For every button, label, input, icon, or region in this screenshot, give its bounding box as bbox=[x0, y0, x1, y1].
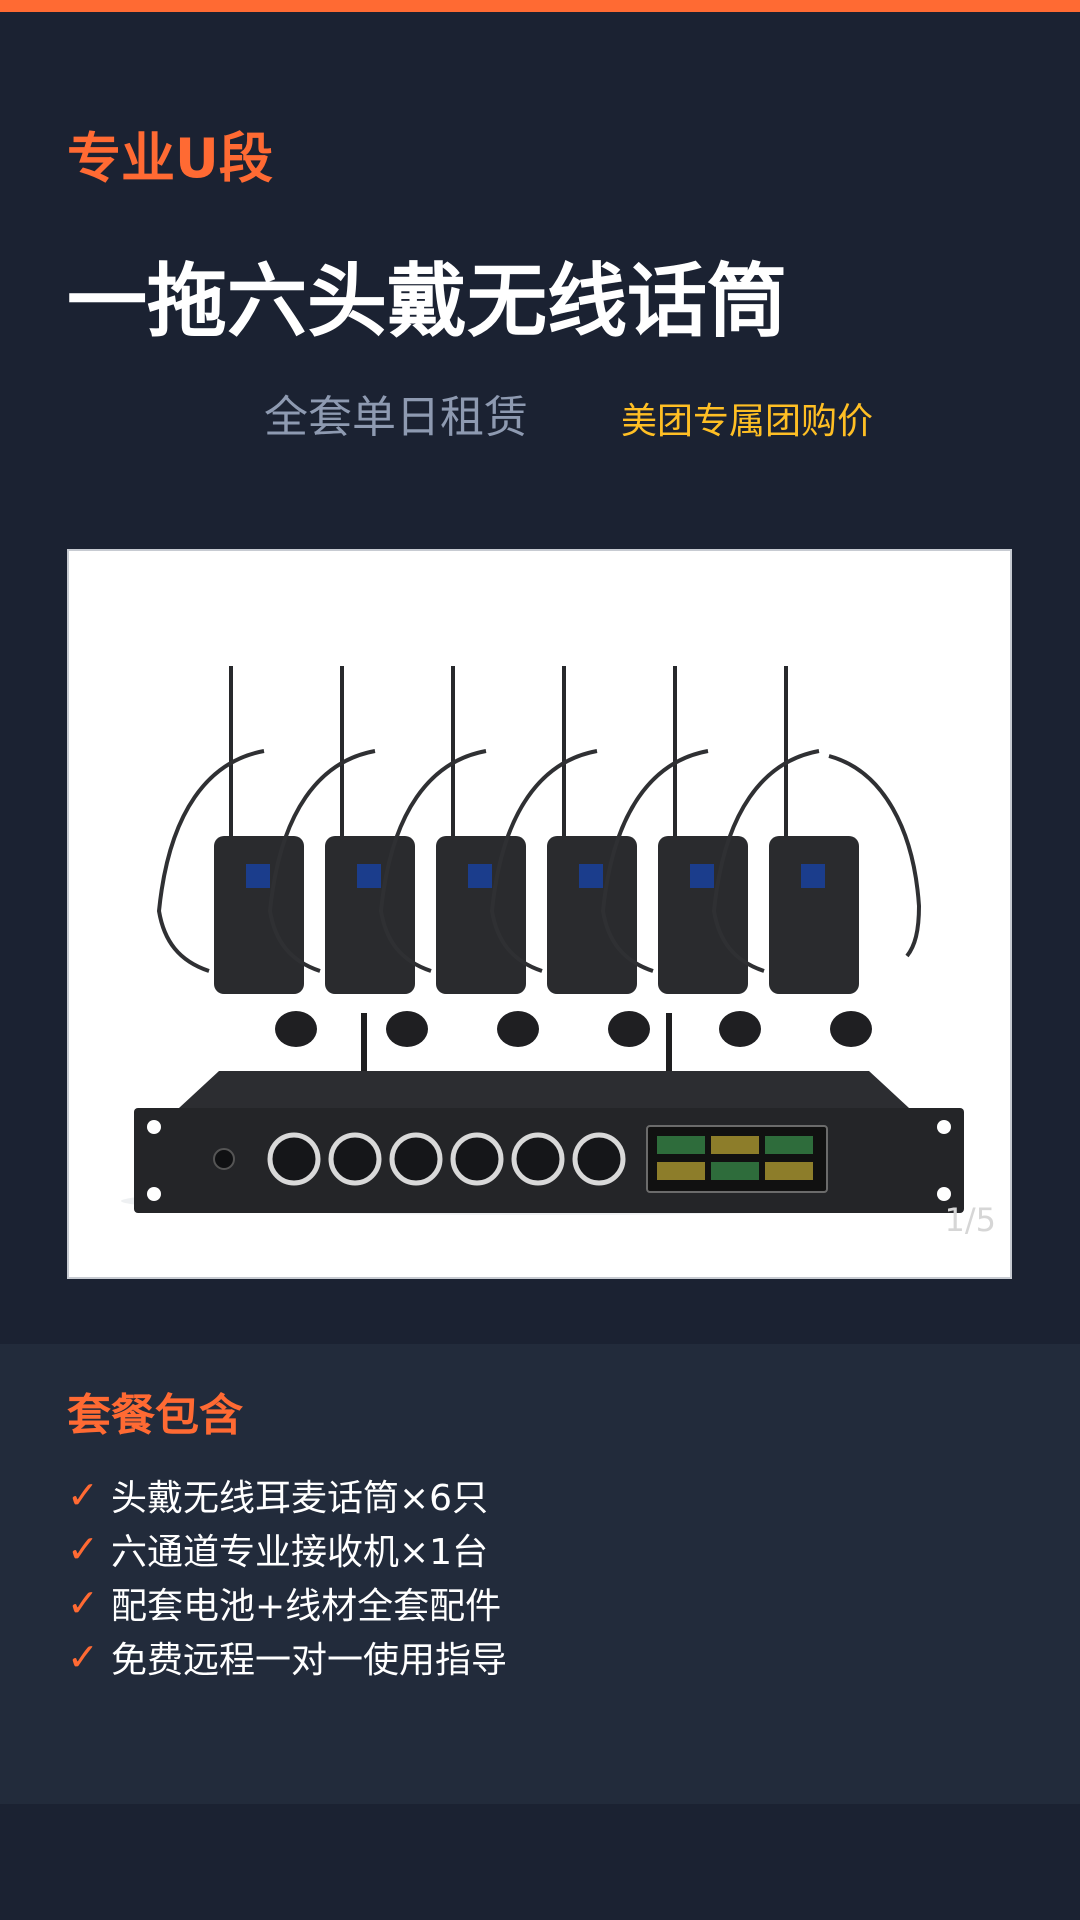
check-icon: ✓ bbox=[67, 1635, 99, 1679]
package-contents-section: 套餐包含 ✓ 头戴无线耳麦话筒×6只 ✓ 六通道专业接收机×1台 ✓ 配套电池+… bbox=[0, 1344, 1080, 1804]
package-item-label: 配套电池+线材全套配件 bbox=[111, 1586, 502, 1627]
tagline: 专业U段 bbox=[67, 127, 273, 190]
list-item: ✓ 六通道专业接收机×1台 bbox=[67, 1522, 507, 1576]
check-icon: ✓ bbox=[67, 1473, 99, 1517]
list-item: ✓ 头戴无线耳麦话筒×6只 bbox=[67, 1468, 507, 1522]
page-title: 一拖六头戴无线话筒 bbox=[67, 255, 787, 348]
subtitle: 全套单日租赁 bbox=[264, 392, 528, 443]
check-icon: ✓ bbox=[67, 1527, 99, 1571]
group-buy-badge: 美团专属团购价 bbox=[621, 401, 874, 442]
product-image[interactable]: 1/5 bbox=[67, 549, 1012, 1279]
list-item: ✓ 免费远程一对一使用指导 bbox=[67, 1630, 507, 1684]
top-accent-bar bbox=[0, 0, 1080, 12]
package-title: 套餐包含 bbox=[67, 1390, 243, 1441]
hero-section: 专业U段 一拖六头戴无线话筒 全套单日租赁 美团专属团购价 1/5 bbox=[0, 12, 1080, 1342]
image-page-indicator: 1/5 bbox=[944, 1201, 997, 1239]
bottom-background bbox=[0, 1804, 1080, 1920]
list-item: ✓ 配套电池+线材全套配件 bbox=[67, 1576, 507, 1630]
wireless-microphone-set-illustration bbox=[69, 551, 1010, 1277]
package-item-label: 头戴无线耳麦话筒×6只 bbox=[111, 1478, 489, 1519]
package-item-label: 免费远程一对一使用指导 bbox=[111, 1640, 508, 1681]
package-list: ✓ 头戴无线耳麦话筒×6只 ✓ 六通道专业接收机×1台 ✓ 配套电池+线材全套配… bbox=[67, 1468, 507, 1684]
check-icon: ✓ bbox=[67, 1581, 99, 1625]
package-item-label: 六通道专业接收机×1台 bbox=[111, 1532, 489, 1573]
